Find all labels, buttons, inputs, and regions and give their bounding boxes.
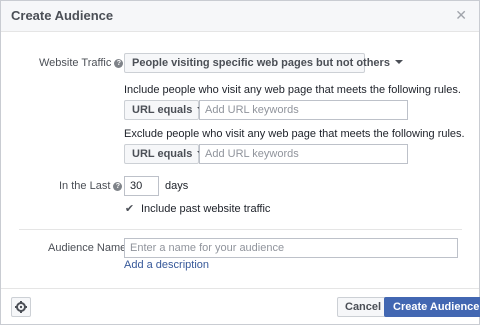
include-past-traffic-checkbox[interactable]: ✔ — [124, 204, 135, 215]
include-past-traffic-label: Include past website traffic — [141, 203, 271, 215]
exclude-condition-dropdown[interactable]: URL equals — [124, 144, 206, 164]
settings-button[interactable] — [11, 297, 31, 317]
exclude-rule-description: Exclude people who visit any web page th… — [124, 128, 465, 140]
website-traffic-dropdown-value: People visiting specific web pages but n… — [132, 57, 390, 69]
exclude-condition-value: URL equals — [132, 148, 193, 160]
include-rule-description: Include people who visit any web page th… — [124, 84, 461, 96]
in-the-last-label: In the Last — [59, 180, 111, 192]
include-url-keywords-input[interactable]: Add URL keywords — [199, 100, 408, 120]
close-icon[interactable]: ✕ — [455, 8, 467, 22]
website-traffic-dropdown[interactable]: People visiting specific web pages but n… — [124, 53, 403, 73]
chevron-down-icon — [394, 60, 403, 64]
dialog-header: Create Audience ✕ — [1, 1, 479, 32]
info-icon[interactable]: ? — [114, 59, 124, 68]
include-condition-dropdown[interactable]: URL equals — [124, 100, 206, 120]
days-input[interactable]: 30 — [124, 176, 159, 196]
include-condition-value: URL equals — [132, 104, 193, 116]
add-description-link[interactable]: Add a description — [124, 259, 209, 271]
dialog-title: Create Audience — [11, 8, 114, 23]
audience-name-label: Audience Name — [48, 242, 127, 254]
cancel-button[interactable]: Cancel — [337, 297, 390, 317]
exclude-url-keywords-input[interactable]: Add URL keywords — [199, 144, 408, 164]
audience-name-input[interactable]: Enter a name for your audience — [124, 238, 458, 258]
website-traffic-label-row: Website Traffic? — [39, 57, 124, 69]
create-audience-button[interactable]: Create Audience — [384, 297, 480, 317]
info-icon[interactable]: ? — [113, 182, 123, 191]
create-audience-dialog: Create Audience ✕ Website Traffic? Peopl… — [0, 0, 480, 325]
gear-icon — [15, 301, 27, 313]
website-traffic-label: Website Traffic — [39, 57, 112, 69]
dialog-footer: Cancel Create Audience — [1, 288, 480, 324]
days-unit: days — [165, 180, 189, 192]
section-divider — [19, 229, 462, 230]
in-the-last-label-row: In the Last? — [59, 180, 123, 192]
